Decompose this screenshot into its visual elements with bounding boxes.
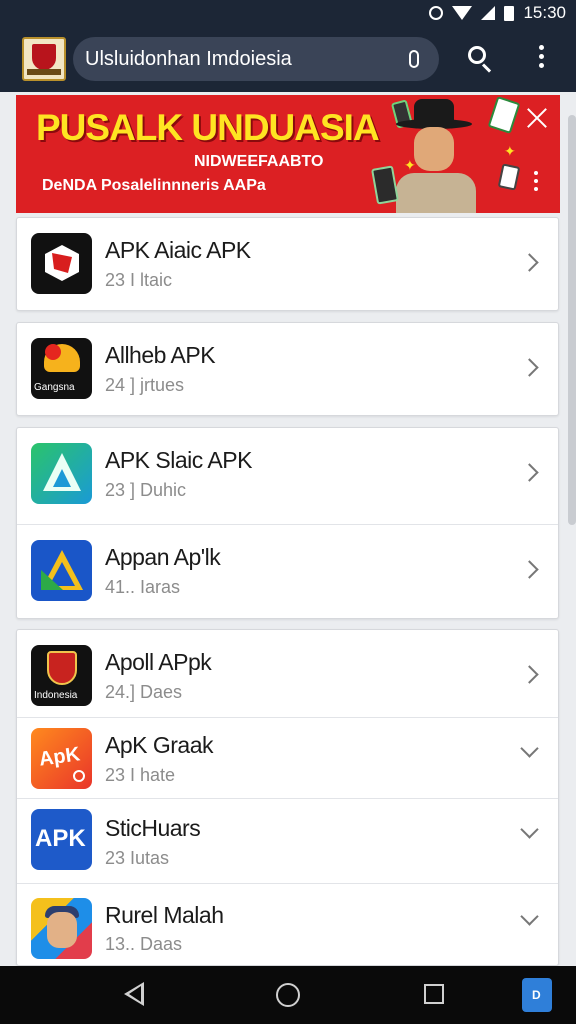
black-hexagon-icon [31, 233, 92, 294]
green-triangle-icon [31, 443, 92, 504]
app-meta: 24.] Daes [105, 682, 183, 702]
banner-title: PUSALK UNDUASIA [36, 107, 380, 148]
search-icon[interactable] [466, 44, 496, 74]
apk-icon: APK [31, 809, 92, 870]
promo-banner[interactable]: PUSALK UNDUASIA NIDWEEFAABTO DeNDA Posal… [16, 95, 560, 213]
search-text[interactable]: Ulsluidonhan Imdoiesia [85, 48, 292, 71]
chevron-right-icon [520, 665, 539, 684]
list-item[interactable]: Gangsna Allheb APK 24 ] jrtues [17, 323, 558, 415]
list-item[interactable]: Rurel Malah 13.. Daas [17, 883, 558, 965]
list-item[interactable]: ApK ApK Graak 23 I hate [17, 717, 558, 798]
app-logo-icon[interactable] [22, 37, 66, 81]
system-nav-bar: D [0, 966, 576, 1024]
list-item[interactable]: APK Aiaic APK 23 I ltaic [17, 218, 558, 310]
signal-icon [481, 6, 496, 20]
scrollbar[interactable] [568, 115, 576, 525]
list-item[interactable]: Appan Ap'lk 41.. Iaras [17, 524, 558, 618]
banner-tagline: DeNDA Posalelinnneris AAPa [42, 177, 266, 194]
app-meta: 24 ] jrtues [105, 375, 185, 395]
banner-more-icon[interactable] [534, 171, 540, 195]
search-input[interactable]: Ulsluidonhan Imdoiesia [73, 37, 439, 81]
app-name: APK Aiaic APK [105, 237, 251, 263]
more-options-icon[interactable] [530, 45, 552, 75]
status-bar: 15:30 [0, 0, 576, 26]
app-card: APK Aiaic APK 23 I ltaic [16, 217, 559, 311]
nfc-icon [429, 6, 444, 20]
app-name: SticHuars [105, 815, 201, 841]
store-icon[interactable]: D [522, 978, 552, 1012]
app-name: APK Slaic APK [105, 447, 252, 473]
person-icon [31, 898, 92, 959]
home-icon[interactable] [276, 983, 300, 1007]
emblem-icon: Indonesia [31, 645, 92, 706]
battery-icon [504, 5, 515, 21]
recent-apps-icon[interactable] [424, 984, 444, 1004]
chevron-right-icon [520, 253, 539, 272]
orange-apk-icon: ApK [31, 728, 92, 789]
back-icon[interactable] [124, 982, 144, 1006]
list-item[interactable]: APK SticHuars 23 Iutas [17, 798, 558, 883]
chevron-down-icon[interactable] [520, 820, 539, 839]
app-meta: 23 ] Duhic [105, 480, 187, 500]
app-card: Indonesia Apoll APpk 24.] Daes ApK ApK G… [16, 629, 559, 966]
blue-triangle-icon [31, 540, 92, 601]
app-toolbar: Ulsluidonhan Imdoiesia [0, 26, 576, 92]
app-name: Rurel Malah [105, 902, 224, 928]
app-meta: 13.. Daas [105, 934, 183, 954]
app-meta: 41.. Iaras [105, 577, 181, 597]
app-card: Gangsna Allheb APK 24 ] jrtues [16, 322, 559, 416]
chevron-down-icon[interactable] [520, 907, 539, 926]
heart-logo-icon: Gangsna [31, 338, 92, 399]
chevron-right-icon [520, 560, 539, 579]
app-name: ApK Graak [105, 732, 214, 758]
app-name: Apoll APpk [105, 649, 212, 675]
chevron-right-icon [520, 358, 539, 377]
status-time: 15:30 [523, 3, 566, 22]
mascot-illustration: ✦ ✦ [368, 95, 528, 213]
wifi-icon [452, 6, 473, 20]
app-name: Appan Ap'lk [105, 544, 221, 570]
list-item[interactable]: Indonesia Apoll APpk 24.] Daes [17, 630, 558, 717]
app-name: Allheb APK [105, 342, 216, 368]
chevron-down-icon[interactable] [520, 739, 539, 758]
chevron-right-icon [520, 463, 539, 482]
app-meta: 23 I hate [105, 765, 176, 785]
banner-subtitle: NIDWEEFAABTO [194, 153, 324, 170]
list-item[interactable]: APK Slaic APK 23 ] Duhic [17, 428, 558, 524]
app-meta: 23 I ltaic [105, 270, 173, 290]
app-meta: 23 Iutas [105, 848, 170, 868]
mic-icon[interactable] [409, 50, 419, 68]
app-card: APK Slaic APK 23 ] Duhic Appan Ap'lk 41.… [16, 427, 559, 619]
close-icon[interactable] [524, 105, 550, 131]
